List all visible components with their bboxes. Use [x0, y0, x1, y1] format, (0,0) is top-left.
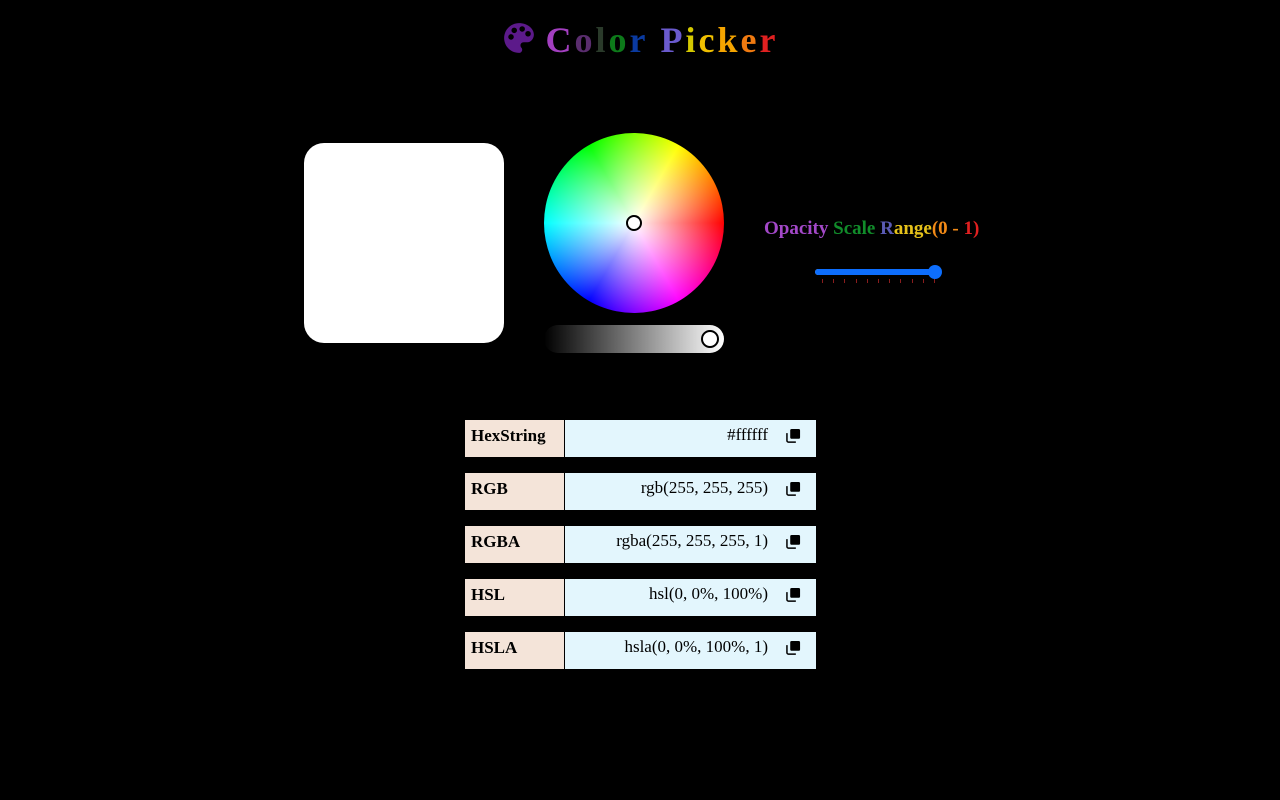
title-char: e: [740, 20, 760, 60]
opacity-tick: [855, 279, 857, 283]
opacity-tick: [922, 279, 924, 283]
copy-icon[interactable]: [786, 640, 801, 655]
format-value-text: rgba(255, 255, 255, 1): [616, 531, 768, 550]
format-label: RGB: [465, 473, 565, 510]
lightness-slider[interactable]: [544, 325, 724, 353]
format-value-text: rgb(255, 255, 255): [640, 478, 768, 497]
format-value-text: #ffffff: [727, 425, 768, 444]
opacity-slider[interactable]: [815, 262, 943, 284]
title-char: r: [759, 20, 779, 60]
format-value: hsl(0, 0%, 100%): [565, 579, 816, 616]
opacity-tick: [911, 279, 913, 283]
title-char: k: [717, 20, 741, 60]
format-value-text: hsla(0, 0%, 100%, 1): [624, 637, 768, 656]
opacity-tick: [844, 279, 846, 283]
format-row-rgb: RGB rgb(255, 255, 255): [465, 473, 816, 510]
format-row-hsla: HSLA hsla(0, 0%, 100%, 1): [465, 632, 816, 669]
color-values-table: HexString #ffffff RGB rgb(255, 255, 255)…: [465, 420, 816, 685]
format-value-text: hsl(0, 0%, 100%): [649, 584, 768, 603]
color-wheel[interactable]: [544, 133, 724, 313]
color-wheel-handle[interactable]: [626, 215, 642, 231]
title-char: i: [685, 20, 699, 60]
title-char: c: [698, 20, 718, 60]
opacity-tick: [866, 279, 868, 283]
color-preview-swatch: [304, 143, 504, 343]
copy-icon[interactable]: [786, 481, 801, 496]
title-text: Color Picker: [546, 20, 779, 60]
title-char: l: [595, 20, 609, 60]
opacity-label-part: Opacity: [764, 218, 834, 239]
palette-icon: [503, 23, 534, 53]
opacity-label: Opacity Scale Range(0 - 1): [764, 218, 979, 240]
lightness-slider-handle[interactable]: [701, 330, 719, 348]
title-char: P: [660, 20, 686, 60]
format-value: rgb(255, 255, 255): [565, 473, 816, 510]
format-value: hsla(0, 0%, 100%, 1): [565, 632, 816, 669]
opacity-label-part: 1): [963, 218, 980, 239]
format-label: HSLA: [465, 632, 565, 669]
copy-icon[interactable]: [786, 587, 801, 602]
title-char: r: [629, 20, 649, 60]
page-title: Color Picker: [0, 18, 1280, 62]
title-char: C: [545, 20, 575, 60]
format-row-hex: HexString #ffffff: [465, 420, 816, 457]
format-value: #ffffff: [565, 420, 816, 457]
opacity-tick: [878, 279, 879, 283]
format-row-rgba: RGBA rgba(255, 255, 255, 1): [465, 526, 816, 563]
opacity-tick: [900, 279, 902, 283]
copy-icon[interactable]: [786, 428, 801, 443]
opacity-slider-thumb[interactable]: [928, 265, 942, 279]
opacity-tick: [934, 279, 935, 283]
format-label: HSL: [465, 579, 565, 616]
opacity-label-part: ange: [893, 218, 932, 239]
opacity-tick: [833, 279, 835, 283]
format-label: RGBA: [465, 526, 565, 563]
opacity-slider-ticks: [822, 279, 935, 284]
format-row-hsl: HSL hsl(0, 0%, 100%): [465, 579, 816, 616]
opacity-slider-fill: [815, 269, 935, 275]
opacity-label-part: Scale: [833, 218, 881, 239]
title-char: o: [574, 20, 596, 60]
format-label: HexString: [465, 420, 565, 457]
title-char: o: [608, 20, 630, 60]
copy-icon[interactable]: [786, 534, 801, 549]
opacity-label-part: R: [880, 218, 894, 239]
opacity-tick: [889, 279, 891, 283]
opacity-label-part: (0 -: [931, 218, 964, 239]
opacity-tick: [822, 279, 823, 283]
format-value: rgba(255, 255, 255, 1): [565, 526, 816, 563]
